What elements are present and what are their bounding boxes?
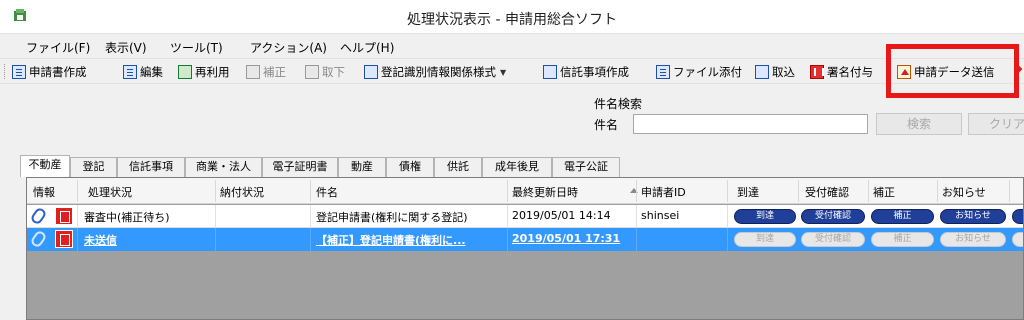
menu-file[interactable]: ファイル(F) — [26, 39, 90, 56]
signature-icon — [810, 65, 824, 79]
window-title: 処理状況表示 - 申請用総合ソフト — [407, 12, 617, 28]
column-subject[interactable]: 件名 — [316, 184, 338, 200]
trust-icon — [543, 65, 557, 79]
column-applicant[interactable]: 申請者ID — [641, 184, 686, 200]
receipt-button[interactable]: 受付確認 — [801, 232, 865, 247]
table-row[interactable]: 審査中(補正待ち) 登記申請書(権利に関する登記) 2019/05/01 14:… — [27, 205, 1023, 228]
edit-label: 編集 — [140, 65, 163, 79]
status-table: 情報 処理状況 納付状況 件名 最終更新日時 申請者ID 到達 受付確認 補正 … — [26, 177, 1024, 320]
menu-view[interactable]: 表示(V) — [105, 39, 147, 56]
tab-real-estate[interactable]: 不動産 — [20, 155, 70, 177]
registration-form-button[interactable]: 登記識別情報関係様式 ▼ — [364, 63, 506, 81]
tab-registration[interactable]: 登記 — [70, 157, 117, 177]
trust-label: 信託事項作成 — [560, 65, 629, 79]
amend-label: 補正 — [263, 65, 286, 79]
overflow-icon[interactable]: ◆ — [1014, 62, 1024, 76]
attach-file-label: ファイル添付 — [673, 65, 742, 79]
amend-status-button[interactable]: 補正 — [871, 232, 934, 247]
create-form-button[interactable]: 申請書作成 — [12, 63, 87, 81]
tab-commercial[interactable]: 商業・法人 — [185, 157, 262, 177]
stamp-icon — [55, 230, 73, 248]
column-status[interactable]: 処理状況 — [88, 184, 132, 200]
stamp-icon — [55, 207, 73, 225]
amend-icon — [246, 65, 260, 79]
column-payment[interactable]: 納付状況 — [220, 184, 264, 200]
table-header: 情報 処理状況 納付状況 件名 最終更新日時 申請者ID 到達 受付確認 補正 … — [27, 178, 1023, 204]
send-data-label: 申請データ送信 — [914, 65, 995, 79]
search-button[interactable]: 検索 — [876, 113, 962, 135]
cell-subject[interactable]: 【補正】登記申請書(権利に... — [316, 232, 504, 248]
send-data-button[interactable]: 申請データ送信 — [897, 63, 995, 81]
trust-button[interactable]: 信託事項作成 — [543, 63, 629, 81]
tab-trust[interactable]: 信託事項 — [117, 157, 185, 177]
send-data-icon — [897, 65, 911, 79]
registration-form-icon — [364, 65, 378, 79]
create-form-label: 申請書作成 — [29, 65, 87, 79]
search-field-label: 件名 — [594, 118, 619, 132]
withdraw-label: 取下 — [322, 65, 345, 79]
extra-pill-button[interactable] — [1012, 209, 1023, 224]
clear-button[interactable]: クリア — [968, 113, 1024, 135]
paperclip-icon — [29, 229, 48, 249]
attach-file-button[interactable]: ファイル添付 — [656, 63, 742, 81]
tab-deposit[interactable]: 供託 — [434, 157, 482, 177]
cell-subject: 登記申請書(権利に関する登記) — [316, 211, 468, 224]
table-row[interactable]: 未送信 【補正】登記申請書(権利に... 2019/05/01 17:31 到達… — [27, 228, 1023, 251]
cell-updated: 2019/05/01 14:14 — [512, 209, 611, 222]
amend-status-button[interactable]: 補正 — [871, 209, 934, 224]
notice-button[interactable]: お知らせ — [940, 232, 1006, 247]
arrival-button[interactable]: 到達 — [734, 209, 796, 224]
search-input[interactable] — [633, 114, 868, 134]
import-button[interactable]: 取込 — [755, 63, 795, 81]
extra-pill-button[interactable] — [1012, 232, 1023, 247]
column-arrival[interactable]: 到達 — [737, 184, 759, 200]
title-bar: 処理状況表示 - 申請用総合ソフト — [0, 0, 1024, 34]
arrival-button[interactable]: 到達 — [734, 232, 796, 247]
column-amend[interactable]: 補正 — [873, 184, 895, 200]
cell-updated[interactable]: 2019/05/01 17:31 — [512, 232, 634, 245]
amend-button[interactable]: 補正 — [246, 63, 286, 81]
tab-e-certificate[interactable]: 電子証明書 — [262, 157, 338, 177]
toolbar-grip[interactable] — [4, 64, 7, 79]
tab-e-notary[interactable]: 電子公証 — [552, 157, 620, 177]
signature-label: 署名付与 — [827, 65, 873, 79]
menu-help[interactable]: ヘルプ(H) — [340, 39, 394, 56]
notice-button[interactable]: お知らせ — [940, 209, 1006, 224]
attach-file-icon — [656, 65, 670, 79]
reuse-icon — [178, 65, 192, 79]
signature-button[interactable]: 署名付与 — [810, 63, 873, 81]
import-icon — [755, 65, 769, 79]
column-info[interactable]: 情報 — [33, 184, 55, 200]
cell-applicant: shinsei — [641, 209, 680, 222]
search-group-label: 件名検索 — [594, 97, 643, 111]
import-label: 取込 — [772, 65, 795, 79]
chevron-down-icon[interactable]: ▼ — [500, 68, 506, 77]
tab-guardianship[interactable]: 成年後見 — [482, 157, 552, 177]
registration-form-label: 登記識別情報関係様式 — [381, 65, 496, 79]
cell-status[interactable]: 未送信 — [84, 232, 212, 248]
edit-icon — [123, 65, 137, 79]
menu-action[interactable]: アクション(A) — [250, 39, 327, 56]
tab-claims[interactable]: 債権 — [386, 157, 434, 177]
column-notice[interactable]: お知らせ — [942, 184, 986, 200]
cell-status: 審査中(補正待ち) — [84, 211, 170, 224]
menu-bar: ファイル(F) 表示(V) ツール(T) アクション(A) ヘルプ(H) — [0, 34, 1024, 58]
create-form-icon — [12, 65, 26, 79]
paperclip-icon — [29, 206, 48, 226]
receipt-button[interactable]: 受付確認 — [801, 209, 865, 224]
edit-button[interactable]: 編集 — [123, 63, 163, 81]
column-receipt[interactable]: 受付確認 — [805, 184, 849, 200]
withdraw-icon — [305, 65, 319, 79]
reuse-button[interactable]: 再利用 — [178, 63, 230, 81]
tab-movables[interactable]: 動産 — [338, 157, 386, 177]
withdraw-button[interactable]: 取下 — [305, 63, 345, 81]
reuse-label: 再利用 — [195, 65, 230, 79]
menu-tools[interactable]: ツール(T) — [170, 39, 223, 56]
column-updated[interactable]: 最終更新日時 — [512, 184, 578, 200]
toolbar: 申請書作成 編集 再利用 補正 取下 登記識別情報関係様式 ▼ 信託事項作成 フ… — [0, 58, 1024, 84]
